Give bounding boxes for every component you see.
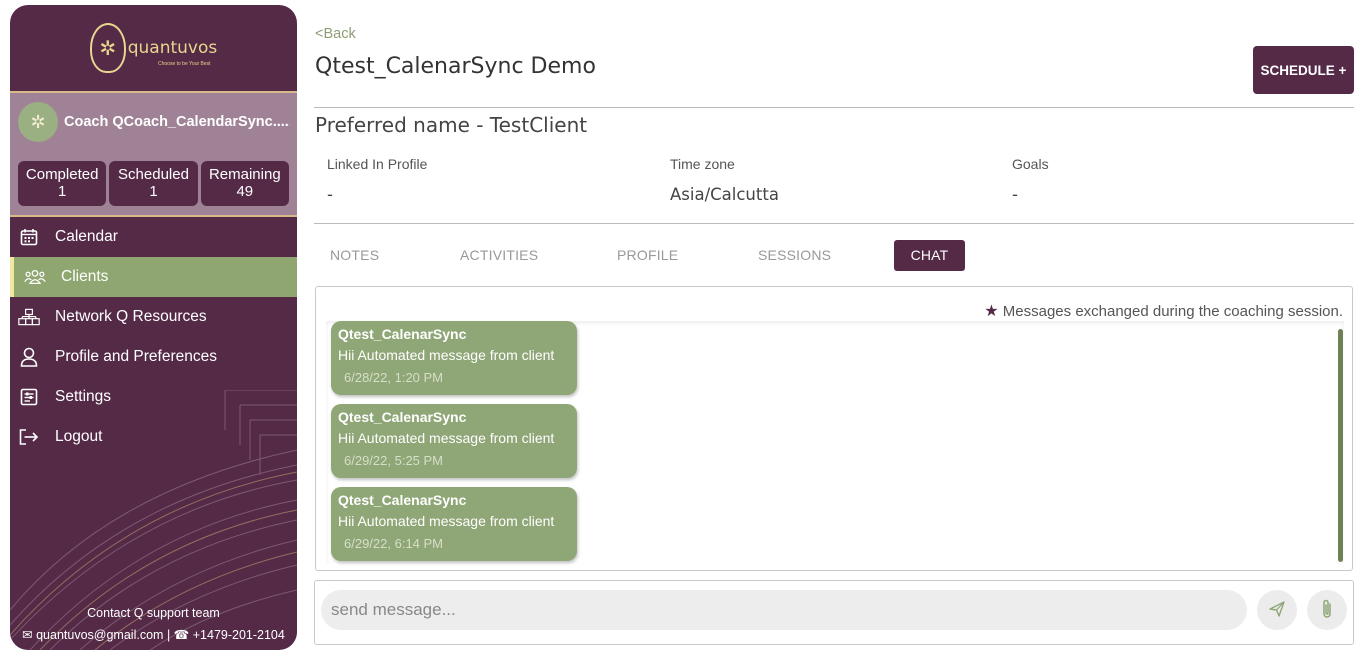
sidebar-item-settings[interactable]: Settings <box>10 377 297 417</box>
chat-panel: ★ Messages exchanged during the coaching… <box>315 286 1353 571</box>
message-time: 6/29/22, 5:25 PM <box>344 453 444 468</box>
message-list[interactable]: Qtest_CalenarSync Hii Automated message … <box>326 321 1344 563</box>
stat-value: 49 <box>236 183 254 200</box>
tab-profile[interactable]: PROFILE <box>617 240 678 271</box>
stat-remaining: Remaining 49 <box>200 161 289 206</box>
message-time: 6/29/22, 6:14 PM <box>344 536 444 551</box>
sidebar-item-profile-preferences[interactable]: Profile and Preferences <box>10 337 297 377</box>
brand-tagline: Choose to be Your Best <box>158 61 211 67</box>
chat-message: Qtest_CalenarSync Hii Automated message … <box>331 487 577 561</box>
message-input[interactable] <box>321 590 1247 630</box>
users-icon <box>24 266 46 288</box>
back-link[interactable]: <Back <box>315 26 356 42</box>
support-contact: Contact Q support team ✉ quantuvos@gmail… <box>10 606 297 642</box>
footer-separator: | <box>166 628 171 642</box>
support-email[interactable]: quantuvos@gmail.com <box>36 628 163 642</box>
settings-icon <box>18 386 40 408</box>
sidebar-nav: Calendar Clients Network Q Resources Pro… <box>10 217 297 457</box>
phone-icon: ☎ <box>173 628 190 642</box>
field-label: Linked In Profile <box>327 156 428 172</box>
goals-field: Goals - <box>1012 156 1049 204</box>
support-phone[interactable]: +1479-201-2104 <box>193 628 285 642</box>
tree-q-logo-icon: ✲ <box>89 23 126 73</box>
preferred-name: Preferred name - TestClient <box>315 113 588 137</box>
stat-label: Scheduled <box>118 166 189 183</box>
sidebar-item-clients[interactable]: Clients <box>10 257 297 297</box>
chat-message: Qtest_CalenarSync Hii Automated message … <box>331 404 577 478</box>
tab-sessions[interactable]: SESSIONS <box>758 240 831 271</box>
sidebar-item-label: Calendar <box>55 228 118 245</box>
field-value: Asia/Calcutta <box>670 185 779 204</box>
logout-icon <box>18 426 40 448</box>
sidebar-item-label: Settings <box>55 388 112 405</box>
timezone-field: Time zone Asia/Calcutta <box>670 156 779 204</box>
attach-button[interactable] <box>1307 590 1347 630</box>
field-label: Goals <box>1012 156 1049 172</box>
mail-icon: ✉ <box>22 628 33 642</box>
star-icon: ★ <box>984 303 999 320</box>
chat-info: ★ Messages exchanged during the coaching… <box>984 301 1343 321</box>
network-icon <box>18 306 40 328</box>
message-sender: Qtest_CalenarSync <box>338 409 467 425</box>
field-label: Time zone <box>670 156 735 172</box>
sidebar-item-label: Logout <box>55 428 103 445</box>
stat-completed: Completed 1 <box>18 161 107 206</box>
divider <box>314 107 1354 108</box>
brand-logo[interactable]: ✲ quantuvos Choose to be Your Best <box>10 5 297 93</box>
stat-label: Completed <box>25 166 99 183</box>
tab-activities[interactable]: ACTIVITIES <box>460 240 538 271</box>
sidebar-item-calendar[interactable]: Calendar <box>10 217 297 257</box>
message-sender: Qtest_CalenarSync <box>338 326 467 342</box>
message-text: Hii Automated message from client <box>338 430 555 446</box>
divider <box>314 223 1354 224</box>
chat-note-text: Messages exchanged during the coaching s… <box>1002 303 1343 320</box>
stat-scheduled: Scheduled 1 <box>109 161 198 206</box>
field-value: - <box>1012 185 1018 204</box>
sidebar-item-label: Profile and Preferences <box>55 348 217 365</box>
coach-name: Coach QCoach_CalendarSync..... <box>64 114 290 130</box>
sidebar-item-logout[interactable]: Logout <box>10 417 297 457</box>
stat-value: 1 <box>149 183 158 200</box>
linkedin-field: Linked In Profile - <box>327 156 427 204</box>
tab-notes[interactable]: NOTES <box>330 240 379 271</box>
schedule-button[interactable]: SCHEDULE + <box>1253 46 1354 94</box>
user-icon <box>18 346 40 368</box>
sidebar: ✲ quantuvos Choose to be Your Best ✲ Coa… <box>10 5 297 650</box>
message-text: Hii Automated message from client <box>338 347 555 363</box>
send-button[interactable] <box>1257 590 1297 630</box>
session-stats: Completed 1 Scheduled 1 Remaining 49 <box>10 141 297 206</box>
send-icon <box>1269 600 1285 620</box>
brand-name: quantuvos <box>127 38 218 58</box>
stat-label: Remaining <box>208 166 281 183</box>
support-title: Contact Q support team <box>87 606 220 620</box>
message-composer <box>314 580 1354 645</box>
chat-message: Qtest_CalenarSync Hii Automated message … <box>331 321 577 395</box>
sidebar-item-network-resources[interactable]: Network Q Resources <box>10 297 297 337</box>
message-time: 6/28/22, 1:20 PM <box>344 370 444 385</box>
stat-value: 1 <box>57 183 67 200</box>
field-value: - <box>327 185 333 204</box>
calendar-icon <box>18 226 40 248</box>
message-text: Hii Automated message from client <box>338 513 555 529</box>
sidebar-item-label: Network Q Resources <box>55 308 207 325</box>
message-sender: Qtest_CalenarSync <box>338 492 467 508</box>
tab-chat[interactable]: CHAT <box>894 240 965 271</box>
coach-avatar: ✲ <box>18 102 58 142</box>
page-title: Qtest_CalenarSync Demo <box>315 54 596 79</box>
scrollbar[interactable] <box>1338 329 1343 562</box>
paperclip-icon <box>1320 598 1334 623</box>
coach-panel: ✲ Coach QCoach_CalendarSync..... Complet… <box>10 93 297 217</box>
sidebar-item-label: Clients <box>61 268 109 285</box>
